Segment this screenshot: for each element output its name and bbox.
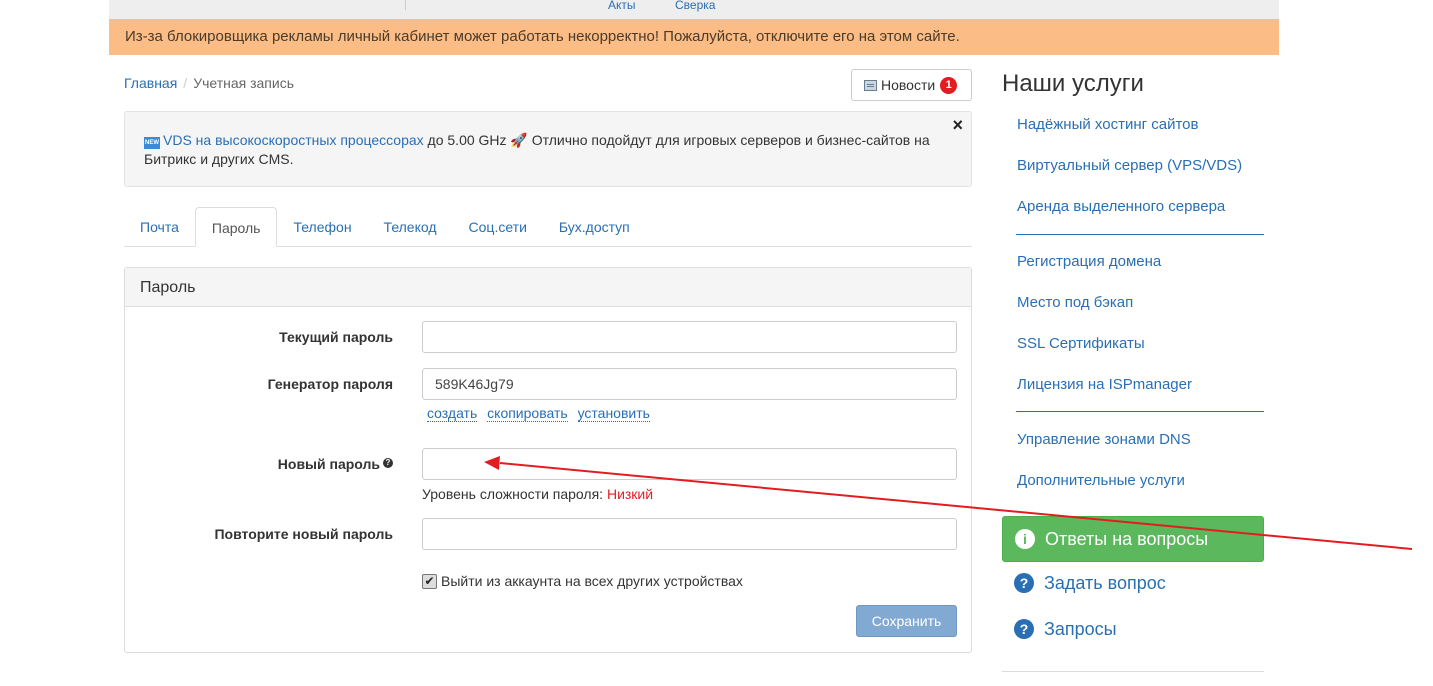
logout-checkbox-row: ✔ Выйти из аккаунта на всех других устро… — [422, 573, 743, 589]
new-badge-icon: NEW — [144, 137, 160, 149]
service-domain[interactable]: Регистрация домена — [1017, 253, 1161, 270]
promo-link[interactable]: VDS на высокоскоростных процессорах — [163, 132, 424, 148]
repeat-password-input[interactable] — [422, 518, 957, 550]
strength-value: Низкий — [606, 486, 654, 502]
strength-label: Уровень сложности пароля: — [422, 486, 604, 502]
news-icon — [864, 79, 877, 91]
password-strength: Уровень сложности пароля: Низкий — [422, 486, 653, 502]
breadcrumb-current: Учетная запись — [193, 75, 294, 91]
service-hosting[interactable]: Надёжный хостинг сайтов — [1017, 116, 1199, 133]
current-password-label: Текущий пароль — [279, 329, 393, 345]
tab-accounting-access[interactable]: Бух.доступ — [543, 207, 646, 247]
requests-link[interactable]: ? Запросы — [1014, 619, 1117, 640]
new-password-label-wrap: Новый пароль? — [125, 456, 393, 472]
generate-link[interactable]: создать — [427, 405, 478, 422]
navbar-divider — [405, 0, 406, 10]
sidebar-title: Наши услуги — [1002, 70, 1144, 97]
service-ispmanager[interactable]: Лицензия на ISPmanager — [1017, 376, 1192, 393]
breadcrumb: Главная / Учетная запись — [124, 75, 294, 91]
copy-link[interactable]: скопировать — [487, 405, 568, 422]
account-tabs: Почта Пароль Телефон Телекод Соц.сети Бу… — [124, 207, 972, 247]
service-dns[interactable]: Управление зонами DNS — [1017, 431, 1191, 448]
close-icon[interactable]: × — [952, 116, 963, 135]
current-password-input[interactable] — [422, 321, 957, 353]
news-button[interactable]: Новости 1 — [851, 69, 972, 101]
breadcrumb-divider: / — [183, 75, 188, 91]
new-password-label: Новый пароль — [277, 456, 380, 472]
set-link[interactable]: установить — [577, 405, 650, 422]
service-vps[interactable]: Виртуальный сервер (VPS/VDS) — [1017, 157, 1242, 174]
tab-mail[interactable]: Почта — [124, 207, 195, 247]
news-count-badge: 1 — [940, 76, 958, 94]
save-button[interactable]: Сохранить — [856, 605, 957, 637]
new-password-input[interactable] — [422, 448, 957, 480]
adblock-warning: Из-за блокировщика рекламы личный кабине… — [109, 19, 1279, 55]
nav-link-acts[interactable]: Акты — [608, 0, 636, 12]
top-navbar: Акты Сверка — [109, 0, 1279, 19]
logout-checkbox-label[interactable]: Выйти из аккаунта на всех других устройс… — [441, 573, 743, 589]
repeat-password-label: Повторите новый пароль — [214, 526, 393, 542]
ask-label: Задать вопрос — [1044, 573, 1166, 593]
panel-title: Пароль — [125, 268, 971, 307]
generator-links: создать скопировать установить — [427, 405, 656, 422]
tab-password[interactable]: Пароль — [194, 207, 278, 247]
ask-question-link[interactable]: ? Задать вопрос — [1014, 573, 1166, 594]
service-ssl[interactable]: SSL Сертификаты — [1017, 335, 1145, 352]
info-icon: i — [1015, 529, 1035, 549]
tab-phone[interactable]: Телефон — [277, 207, 367, 247]
requests-label: Запросы — [1044, 619, 1117, 639]
faq-button[interactable]: i Ответы на вопросы — [1002, 516, 1264, 562]
service-extra[interactable]: Дополнительные услуги — [1017, 472, 1185, 489]
news-label: Новости — [881, 77, 936, 93]
password-panel: Пароль Текущий пароль Генератор пароля 5… — [124, 267, 972, 653]
service-divider — [1016, 234, 1264, 235]
faq-label: Ответы на вопросы — [1045, 529, 1209, 549]
service-backup[interactable]: Место под бэкап — [1017, 294, 1133, 311]
logout-checkbox[interactable]: ✔ — [422, 573, 437, 589]
generator-label: Генератор пароля — [267, 376, 393, 392]
breadcrumb-home[interactable]: Главная — [124, 75, 177, 91]
question-icon: ? — [1014, 573, 1034, 593]
question-icon: ? — [1014, 619, 1034, 639]
service-dedicated[interactable]: Аренда выделенного сервера — [1017, 198, 1225, 215]
service-divider — [1016, 411, 1264, 412]
generated-password-field[interactable]: 589K46Jg79 — [422, 368, 957, 400]
tab-social[interactable]: Соц.сети — [453, 207, 543, 247]
nav-link-reconciliation[interactable]: Сверка — [675, 0, 715, 12]
sidebar-divider — [1002, 671, 1264, 672]
tab-telecode[interactable]: Телекод — [368, 207, 453, 247]
help-icon[interactable]: ? — [383, 458, 393, 468]
promo-alert: NEW VDS на высокоскоростных процессорах д… — [124, 111, 972, 187]
